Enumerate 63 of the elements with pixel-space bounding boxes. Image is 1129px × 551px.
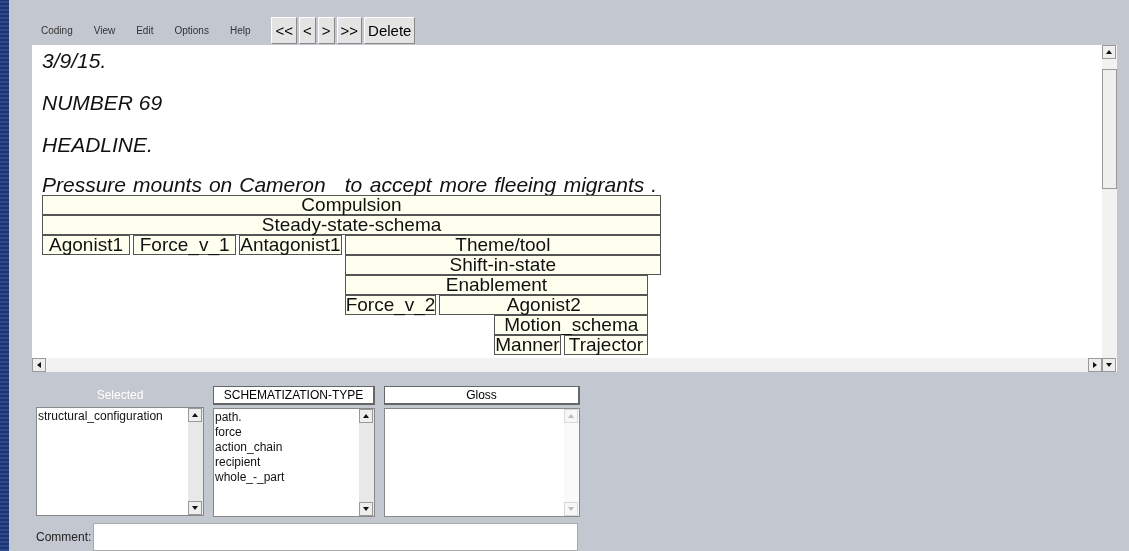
annotation-label[interactable]: Force_v_1: [133, 234, 237, 255]
horizontal-scrollbar[interactable]: [32, 358, 1102, 372]
down-arrow-icon: [191, 504, 199, 512]
annotation-label[interactable]: Manner: [494, 334, 561, 355]
sentence-word: fleeing: [494, 174, 558, 195]
panel-label: Selected: [95, 387, 145, 404]
down-arrow-icon: [1105, 361, 1113, 369]
list-box[interactable]: structural_configuration: [36, 407, 204, 516]
up-arrow-icon: [567, 412, 575, 420]
down-arrow-icon: [362, 505, 370, 513]
annotation-label[interactable]: Shift-in-state: [344, 254, 662, 275]
list-box[interactable]: [384, 408, 580, 517]
navigation-button[interactable]: <<: [271, 17, 297, 45]
left-arrow-icon: [35, 361, 43, 369]
navigation-button[interactable]: >: [317, 17, 335, 45]
list-item[interactable]: recipient: [215, 455, 358, 470]
list-scrollbar[interactable]: [188, 408, 203, 515]
sentence-word: migrants: [563, 174, 646, 195]
sentence-word: more: [439, 174, 489, 195]
right-arrow-icon: [1091, 361, 1099, 369]
annotation-label[interactable]: Antagonist1: [239, 234, 342, 255]
menu-item[interactable]: Edit: [136, 25, 154, 37]
up-arrow-icon: [362, 412, 370, 420]
list-item[interactable]: path.: [215, 410, 358, 425]
scroll-thumb[interactable]: [1102, 68, 1117, 189]
vertical-scrollbar[interactable]: [1102, 44, 1117, 358]
list-box[interactable]: path. force action_chain recipient whole_-_part: [213, 408, 375, 517]
navigation-button[interactable]: <: [299, 17, 316, 45]
annotation-label[interactable]: Force_v_2: [344, 294, 437, 315]
comment-label: Comment:: [36, 530, 92, 544]
document-line: NUMBER 69: [42, 90, 164, 114]
menu-item[interactable]: View: [93, 25, 116, 37]
document-line: 3/9/15.: [42, 48, 108, 72]
annotation-label[interactable]: Trajector: [563, 334, 649, 355]
document-line: HEADLINE.: [42, 132, 154, 156]
list-item[interactable]: whole_-_part: [215, 470, 358, 485]
annotation-label[interactable]: Motion_schema: [494, 314, 649, 335]
navigation-button[interactable]: >>: [336, 17, 363, 45]
list-scrollbar[interactable]: [359, 409, 374, 516]
sentence-word: mounts: [133, 174, 203, 195]
sentence-word: Pressure: [42, 174, 128, 195]
comment-field[interactable]: [93, 523, 579, 551]
annotation-label[interactable]: Enablement: [344, 274, 649, 295]
sentence-word: Cameron: [239, 174, 327, 195]
sentence-word: to: [344, 174, 364, 195]
annotation-label[interactable]: Steady-state-schema: [42, 214, 662, 235]
menu-item[interactable]: Options: [174, 25, 209, 37]
list-item[interactable]: action_chain: [215, 440, 358, 455]
annotation-label[interactable]: Agonist2: [439, 294, 649, 315]
annotation-label[interactable]: Compulsion: [42, 194, 662, 215]
annotation-label[interactable]: Theme/tool: [344, 234, 662, 255]
sentence-word: on: [208, 174, 234, 195]
down-arrow-icon: [567, 505, 575, 513]
delete-button[interactable]: Delete: [364, 17, 416, 45]
list-item[interactable]: force: [215, 425, 358, 440]
sentence-word: accept: [369, 174, 434, 195]
menu-item[interactable]: Coding: [41, 25, 73, 37]
column-header-button[interactable]: SCHEMATIZATION-TYPE: [213, 386, 375, 405]
menu-item[interactable]: Help: [229, 25, 251, 37]
list-item[interactable]: structural_configuration: [38, 409, 187, 424]
up-arrow-icon: [191, 411, 199, 419]
annotation-label[interactable]: Agonist1: [42, 234, 131, 255]
sentence-word: .: [651, 174, 659, 195]
